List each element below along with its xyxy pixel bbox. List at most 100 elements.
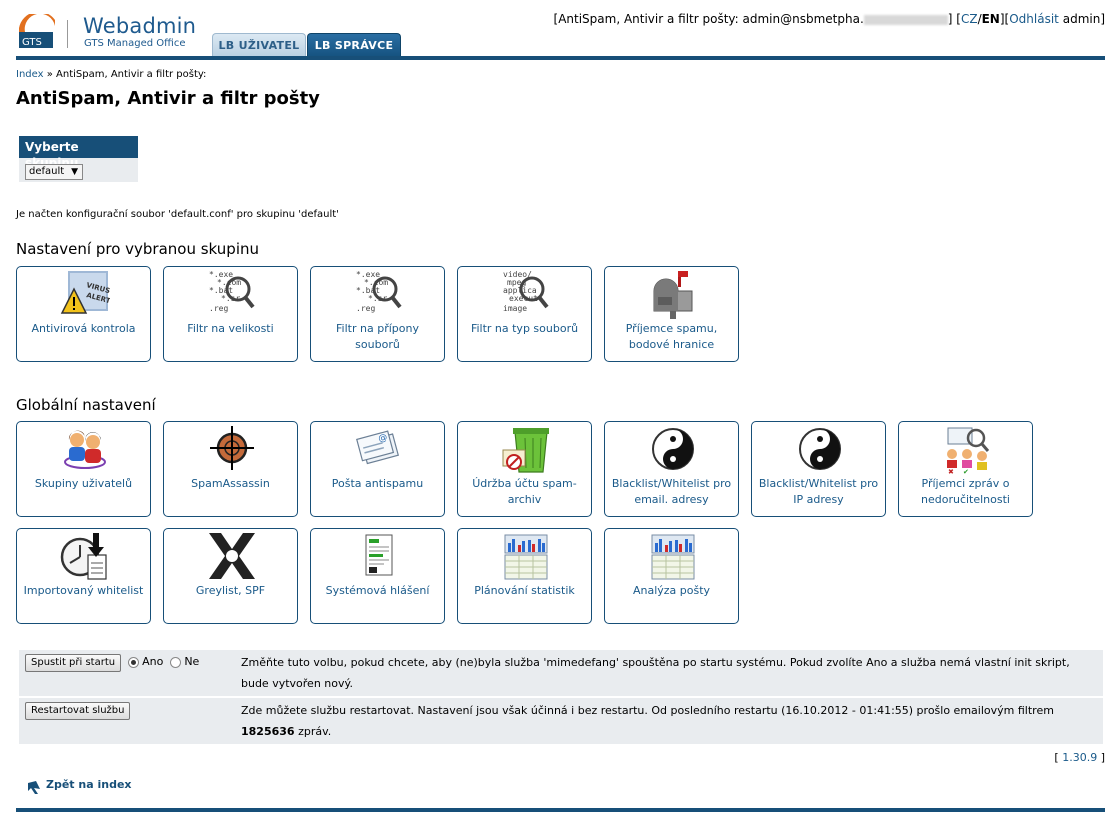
- tile-label: Plánování statistik: [474, 584, 575, 597]
- page-title: AntiSpam, Antivir a filtr pošty: [16, 88, 320, 109]
- group-select-panel: Vyberte skupinu default ▼: [19, 136, 138, 182]
- logo-subtitle: GTS Managed Office: [84, 38, 186, 49]
- restart-row: Restartovat službu Zde můžete službu res…: [19, 698, 1103, 746]
- autostart-no-radio[interactable]: [169, 656, 181, 668]
- magnifier-mime-icon: video/mpegapplicaexecutimage: [503, 270, 549, 313]
- back-arrow-icon: [28, 781, 40, 794]
- report-icon: [365, 534, 393, 576]
- svg-text:✖: ✖: [948, 468, 954, 474]
- virus-alert-icon: VIRUS ALERT: [60, 271, 110, 314]
- restart-service-button[interactable]: Restartovat službu: [25, 702, 131, 720]
- autostart-yes-radio[interactable]: [127, 656, 139, 668]
- yin-yang-icon: [799, 428, 841, 470]
- magnifier-extensions-icon: *.exe*.com*.bat*.sr.reg: [356, 270, 402, 313]
- tile-size-filter[interactable]: *.exe *.com *.bat *.sr .reg Filtr na velikos…: [163, 266, 298, 362]
- tile-label: Údržba účtu spam-archiv: [472, 477, 577, 506]
- tile-label: Skupiny uživatelů: [34, 477, 133, 490]
- logo-title: Webadmin: [83, 14, 197, 38]
- tab-lb-user[interactable]: LB UŽIVATEL: [212, 33, 306, 57]
- breadcrumb: Index » AntiSpam, Antivir a filtr pošty:: [16, 69, 206, 80]
- dropdown-arrow-icon: ▼: [71, 167, 78, 177]
- restart-text-a: Zde můžete službu restartovat. Nastavení…: [241, 704, 1054, 717]
- tab-lb-admin[interactable]: LB SPRÁVCE: [307, 33, 401, 57]
- magnifier-files-icon: *.exe*.com*.bat*.sr.reg: [209, 270, 255, 313]
- user-info-suffix: ] [: [947, 12, 961, 26]
- tile-label: Analýza pošty: [632, 584, 711, 597]
- clock-import-icon: [60, 533, 107, 580]
- svg-text:.reg: .reg: [356, 304, 375, 313]
- svg-text:GTS: GTS: [22, 37, 42, 48]
- autostart-no-label: Ne: [184, 655, 200, 668]
- tile-stats-planning[interactable]: Plánování statistik: [457, 528, 592, 624]
- users-group-icon: [64, 430, 106, 469]
- autostart-button[interactable]: Spustit při startu: [25, 654, 122, 672]
- lang-en-current: EN: [981, 12, 1000, 26]
- webadmin-logo[interactable]: GTS Webadmin GTS Managed Office: [17, 14, 197, 54]
- tile-ndr-recipients[interactable]: ✖ ✔ Příjemci zpráv o nedoručitelnosti: [898, 421, 1033, 517]
- greylist-icon: [209, 533, 255, 579]
- mailbox-icon: [653, 271, 693, 319]
- back-to-index-link[interactable]: Zpět na index: [26, 778, 132, 794]
- redacted-domain: [863, 14, 948, 25]
- tile-mail-analysis[interactable]: Analýza pošty: [604, 528, 739, 624]
- global-settings-title: Globální nastavení: [16, 396, 156, 414]
- logo-separator: [67, 20, 68, 48]
- tile-blackwhite-email[interactable]: Blacklist/Whitelist pro email. adresy: [604, 421, 739, 517]
- version-close: ]: [1097, 751, 1105, 764]
- svg-text:.reg: .reg: [209, 304, 228, 313]
- header: GTS Webadmin GTS Managed Office LB UŽIVA…: [0, 0, 1119, 60]
- group-select-heading: Vyberte skupinu: [19, 136, 138, 170]
- trash-bin-icon: [502, 428, 549, 473]
- back-link-label: Zpět na index: [46, 778, 132, 791]
- user-info: [AntiSpam, Antivir a filtr pošty: admin@…: [554, 12, 1105, 26]
- restart-text-b: zpráv.: [298, 725, 332, 738]
- config-note: Je načten konfigurační soubor 'default.c…: [16, 209, 339, 220]
- user-info-mid: ][: [999, 12, 1010, 26]
- yin-yang-icon: [652, 428, 694, 470]
- tile-label: Filtr na typ souborů: [470, 322, 579, 335]
- tile-spam-recipient[interactable]: Příjemce spamu, bodové hranice: [604, 266, 739, 362]
- tile-spam-archive[interactable]: Údržba účtu spam-archiv: [457, 421, 592, 517]
- tile-antispam-mail[interactable]: @ Pošta antispamu: [310, 421, 445, 517]
- tile-label: Antivirová kontrola: [31, 322, 136, 335]
- tile-label: Greylist, SPF: [195, 584, 266, 597]
- lang-cz-link[interactable]: CZ: [961, 12, 978, 26]
- version: [ 1.30.9 ]: [1054, 751, 1105, 764]
- crosshair-icon: [210, 426, 254, 470]
- service-settings-table: Spustit při startu Ano Ne Změňte tuto vo…: [19, 650, 1103, 746]
- autostart-yes-label: Ano: [142, 655, 164, 668]
- group-select-value: default: [29, 166, 65, 177]
- tile-label: Příjemce spamu, bodové hranice: [625, 322, 718, 351]
- tile-label: Filtr na přípony souborů: [336, 322, 419, 351]
- autostart-controls: Spustit při startu Ano Ne: [19, 650, 234, 676]
- tile-label: Blacklist/Whitelist pro IP adresy: [758, 477, 879, 506]
- tile-label: SpamAssassin: [191, 477, 270, 490]
- stats-analysis-icon: [651, 534, 695, 580]
- breadcrumb-current: AntiSpam, Antivir a filtr pošty:: [56, 69, 207, 80]
- footer-divider: [16, 808, 1105, 812]
- group-settings-title: Nastavení pro vybranou skupinu: [16, 240, 259, 258]
- tile-user-groups[interactable]: Skupiny uživatelů: [16, 421, 151, 517]
- tile-greylist-spf[interactable]: Greylist, SPF: [163, 528, 298, 624]
- tile-label: Systémová hlášení: [325, 584, 430, 597]
- autostart-description: Změňte tuto volbu, pokud chcete, aby (ne…: [241, 656, 1070, 690]
- tile-blackwhite-ip[interactable]: Blacklist/Whitelist pro IP adresy: [751, 421, 886, 517]
- logout-link[interactable]: Odhlásit: [1009, 12, 1059, 26]
- tile-extension-filter[interactable]: *.exe *.com *.bat *.sr .reg Filtr na přípony…: [310, 266, 445, 362]
- tile-imported-whitelist[interactable]: Importovaný whitelist: [16, 528, 151, 624]
- restart-description: Zde můžete službu restartovat. Nastavení…: [241, 698, 1103, 744]
- tile-type-filter[interactable]: video/mpeg applica execut image Filtr na ty…: [457, 266, 592, 362]
- header-divider: [16, 56, 1105, 60]
- breadcrumb-index-link[interactable]: Index: [16, 69, 44, 80]
- svg-text:✔: ✔: [963, 468, 969, 474]
- group-select[interactable]: default ▼: [25, 164, 83, 180]
- tile-label: Příjemci zpráv o nedoručitelnosti: [921, 477, 1010, 506]
- gts-logo-icon: GTS: [19, 14, 55, 48]
- tile-system-reports[interactable]: Systémová hlášení: [310, 528, 445, 624]
- version-link[interactable]: 1.30.9: [1062, 751, 1097, 764]
- breadcrumb-separator: »: [43, 69, 57, 80]
- tile-spamassassin[interactable]: SpamAssassin: [163, 421, 298, 517]
- user-info-prefix: [AntiSpam, Antivir a filtr pošty: admin@…: [553, 12, 864, 26]
- tile-antivirus[interactable]: VIRUS ALERT Antivirová kontrola: [16, 266, 151, 362]
- tile-label: Filtr na velikosti: [187, 322, 274, 335]
